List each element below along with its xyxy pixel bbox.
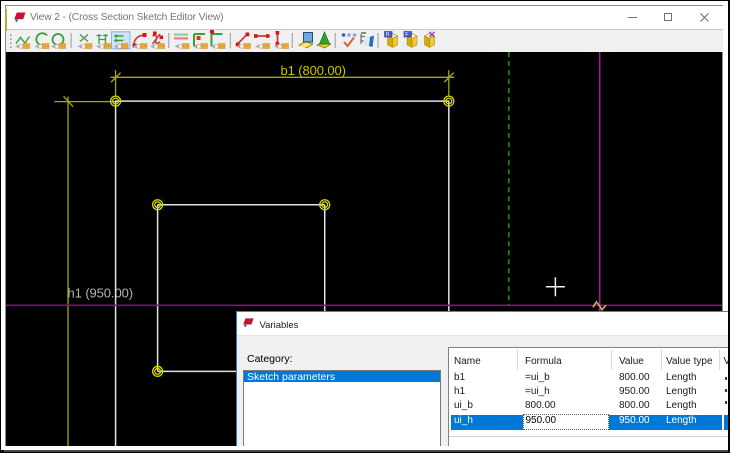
svg-text:R: R: [386, 32, 390, 38]
svg-text:h1 (950.00): h1 (950.00): [68, 285, 133, 300]
svg-text:b1 (800.00): b1 (800.00): [281, 63, 346, 78]
svg-text:F: F: [405, 32, 408, 38]
